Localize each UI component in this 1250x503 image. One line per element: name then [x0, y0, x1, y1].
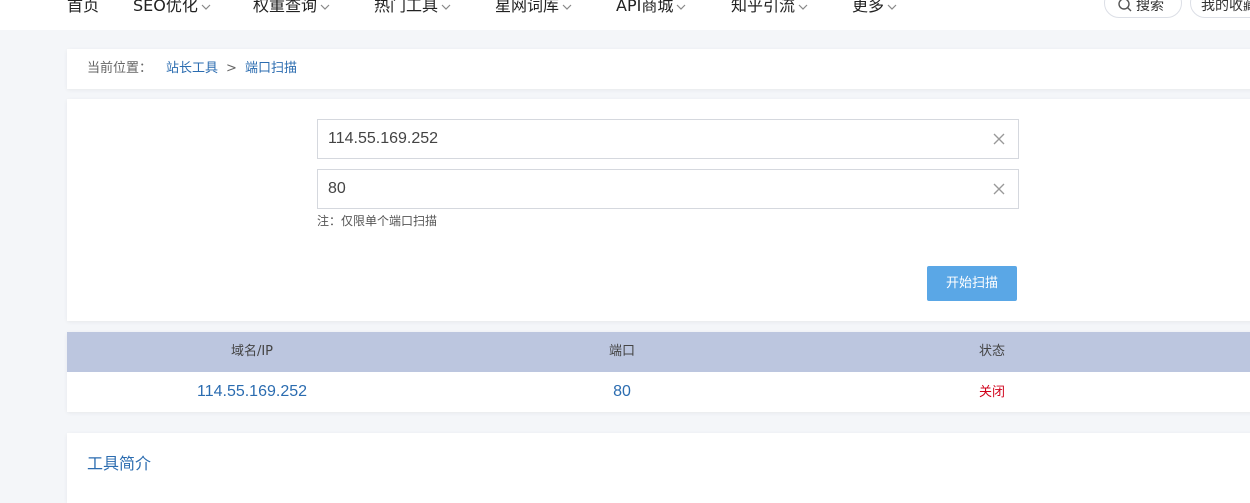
- breadcrumb-current[interactable]: 端口扫描: [245, 61, 297, 76]
- table-header: 域名/IP 端口 状态: [67, 332, 1250, 372]
- nav-item-keyword-lib[interactable]: 星网词库: [495, 0, 573, 18]
- breadcrumb-prefix: 当前位置：: [87, 61, 153, 76]
- row-host: 114.55.169.252: [196, 383, 308, 400]
- port-field: [317, 169, 1019, 209]
- scan-form-panel: 注：仅限单个端口扫描 开始扫描: [67, 99, 1250, 321]
- nav-item-label: 热门工具: [374, 0, 439, 15]
- tool-intro-panel: 工具简介: [67, 433, 1250, 503]
- chevron-down-icon: [798, 4, 808, 10]
- breadcrumb-separator: >: [226, 61, 237, 76]
- nav-favorites-button[interactable]: 我的收藏: [1190, 0, 1250, 18]
- status-badge: 关闭: [978, 384, 1005, 399]
- nav-item-weight[interactable]: 权重查询: [253, 0, 331, 18]
- nav-item-label: 首页: [67, 0, 100, 15]
- nav-item-label: 知乎引流: [731, 0, 796, 15]
- host-input[interactable]: [318, 120, 958, 158]
- port-scan-note: 注：仅限单个端口扫描: [317, 214, 438, 228]
- nav-favorites-label: 我的收藏: [1201, 0, 1250, 14]
- nav-item-label: 更多: [852, 0, 885, 15]
- result-table: 域名/IP 端口 状态 114.55.169.252 80 关闭: [67, 332, 1250, 412]
- nav-item-hot-tools[interactable]: 热门工具: [374, 0, 452, 18]
- column-header-status: 状态: [978, 344, 1005, 359]
- nav-item-label: API商城: [616, 0, 674, 15]
- table-row: 114.55.169.252 80 关闭: [67, 372, 1250, 412]
- chevron-down-icon: [441, 4, 451, 10]
- tool-intro-title: 工具简介: [87, 454, 152, 473]
- breadcrumb-link-webmaster-tools[interactable]: 站长工具: [166, 61, 218, 76]
- chevron-down-icon: [887, 4, 897, 10]
- host-field: [317, 119, 1019, 159]
- top-nav: 首页 SEO优化 权重查询 热门工具 星网词库 API商城 知乎引流 更多 搜索…: [0, 0, 1250, 30]
- nav-item-label: 权重查询: [253, 0, 318, 15]
- breadcrumb: 当前位置： 站长工具 > 端口扫描: [67, 49, 1250, 89]
- chevron-down-icon: [201, 4, 211, 10]
- clear-host-icon[interactable]: [992, 132, 1006, 146]
- nav-item-home[interactable]: 首页: [67, 0, 99, 18]
- chevron-down-icon: [676, 4, 686, 10]
- chevron-down-icon: [562, 4, 572, 10]
- nav-item-zhihu[interactable]: 知乎引流: [731, 0, 809, 18]
- column-header-port: 端口: [608, 344, 635, 359]
- port-input[interactable]: [318, 170, 958, 208]
- nav-item-label: 星网词库: [495, 0, 560, 15]
- nav-search-button[interactable]: 搜索: [1104, 0, 1182, 18]
- nav-item-seo[interactable]: SEO优化: [133, 0, 212, 18]
- nav-search-label: 搜索: [1136, 0, 1164, 14]
- search-icon: [1118, 0, 1132, 12]
- clear-port-icon[interactable]: [992, 182, 1006, 196]
- nav-item-more[interactable]: 更多: [852, 0, 898, 18]
- chevron-down-icon: [320, 4, 330, 10]
- start-scan-button[interactable]: 开始扫描: [927, 266, 1017, 301]
- nav-item-label: SEO优化: [133, 0, 198, 15]
- column-header-host: 域名/IP: [230, 344, 274, 359]
- row-port: 80: [613, 383, 631, 400]
- nav-item-api-store[interactable]: API商城: [616, 0, 687, 18]
